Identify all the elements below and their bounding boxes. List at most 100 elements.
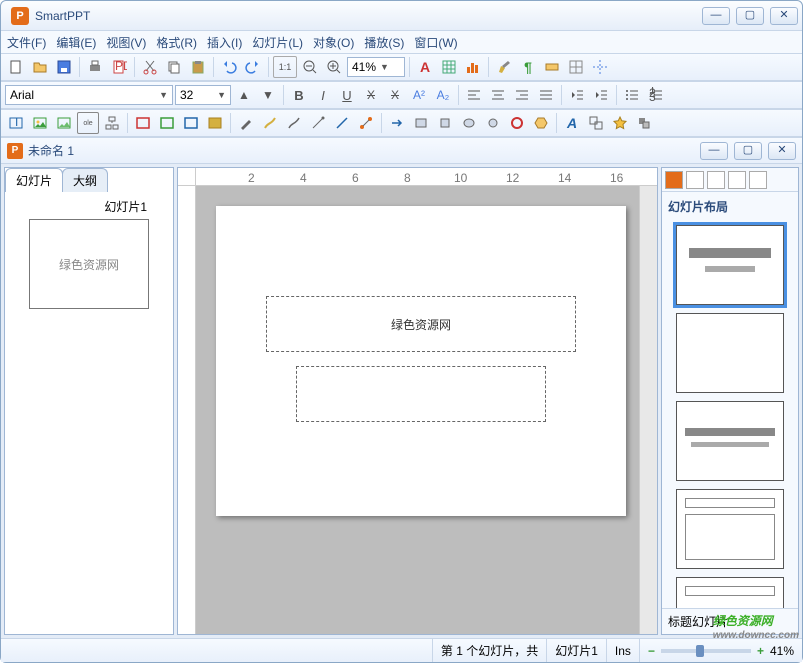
copy-button[interactable] [163,56,185,78]
ellipse-button[interactable] [458,112,480,134]
pane-tab-3[interactable] [707,171,725,189]
bold-button[interactable]: B [288,84,310,106]
pane-tab-5[interactable] [749,171,767,189]
grid-button[interactable] [565,56,587,78]
tab-slides[interactable]: 幻灯片 [5,168,63,192]
slide[interactable]: 绿色资源网 [216,206,626,516]
subscript-button[interactable]: A₂ [432,84,454,106]
menu-view[interactable]: 视图(V) [106,34,146,51]
open-button[interactable] [29,56,51,78]
picture2-button[interactable] [53,112,75,134]
wordart-button[interactable]: A [561,112,583,134]
indent-button[interactable] [590,84,612,106]
menu-insert[interactable]: 插入(I) [207,34,242,51]
table-button[interactable] [438,56,460,78]
cut-button[interactable] [139,56,161,78]
layout-title-content[interactable] [676,401,784,481]
square-shape-button[interactable] [434,112,456,134]
zoomout-button[interactable] [299,56,321,78]
layout-content[interactable] [676,489,784,569]
frame1-button[interactable] [132,112,154,134]
textbox-button[interactable]: T [5,112,27,134]
line-button[interactable] [331,112,353,134]
print-button[interactable] [84,56,106,78]
brush-button[interactable] [493,56,515,78]
chart-button[interactable] [462,56,484,78]
layout-title-slide[interactable] [676,225,784,305]
title-placeholder[interactable]: 绿色资源网 [266,296,576,352]
horizontal-ruler[interactable]: 2 4 6 8 10 12 14 16 [196,168,657,186]
flowchart-button[interactable] [101,112,123,134]
size-up-button[interactable]: ▲ [233,84,255,106]
slide-canvas[interactable]: 绿色资源网 [196,186,639,634]
pen3-button[interactable] [283,112,305,134]
tab-outline[interactable]: 大纲 [62,168,108,192]
connector-button[interactable] [355,112,377,134]
vertical-scrollbar[interactable] [639,186,657,634]
number-list-button[interactable]: 123 [645,84,667,106]
superscript-button[interactable]: A² [408,84,430,106]
zoom-minus-icon[interactable]: − [648,644,655,658]
zoom-combo[interactable]: 41%▼ [347,57,405,77]
arrow-button[interactable] [386,112,408,134]
align-justify-button[interactable] [535,84,557,106]
align-center-button[interactable] [487,84,509,106]
menu-slide[interactable]: 幻灯片(L) [252,34,303,51]
zoom-plus-icon[interactable]: + [757,644,764,658]
size-down-button[interactable]: ▼ [257,84,279,106]
pane-tab-4[interactable] [728,171,746,189]
font-combo[interactable]: Arial▼ [5,85,173,105]
fit-button[interactable]: 1:1 [273,56,297,78]
outdent-button[interactable] [566,84,588,106]
menu-edit[interactable]: 编辑(E) [56,34,96,51]
doc-close-button[interactable]: ✕ [768,142,796,160]
doc-minimize-button[interactable]: — [700,142,728,160]
ruler-button[interactable] [541,56,563,78]
doc-maximize-button[interactable]: ▢ [734,142,762,160]
maximize-button[interactable]: ▢ [736,7,764,25]
menu-object[interactable]: 对象(O) [313,34,354,51]
font-color-button[interactable]: A [414,56,436,78]
pane-tab-2[interactable] [686,171,704,189]
menu-file[interactable]: 文件(F) [7,34,46,51]
hex-button[interactable] [530,112,552,134]
pen1-button[interactable] [235,112,257,134]
menu-format[interactable]: 格式(R) [156,34,197,51]
pen2-button[interactable] [259,112,281,134]
rect-shape-button[interactable] [410,112,432,134]
align-left-button[interactable] [463,84,485,106]
vertical-ruler[interactable] [178,186,196,634]
frame3-button[interactable] [180,112,202,134]
zoomin-button[interactable] [323,56,345,78]
ole-button[interactable]: ole [77,112,99,134]
group-button[interactable] [585,112,607,134]
circle-button[interactable] [482,112,504,134]
subtitle-placeholder[interactable] [296,366,546,422]
frame2-button[interactable] [156,112,178,134]
zoom-slider[interactable] [661,649,751,653]
underline-button[interactable]: U [336,84,358,106]
layout-two-content[interactable] [676,577,784,608]
frame4-button[interactable] [204,112,226,134]
arrange-button[interactable] [633,112,655,134]
menu-play[interactable]: 播放(S) [364,34,404,51]
menu-window[interactable]: 窗口(W) [414,34,457,51]
minimize-button[interactable]: — [702,7,730,25]
strike1-button[interactable]: X [360,84,382,106]
paste-button[interactable] [187,56,209,78]
undo-button[interactable] [218,56,240,78]
pane-tab-1[interactable] [665,171,683,189]
layout-blank[interactable] [676,313,784,393]
slide-thumbnail[interactable]: 绿色资源网 [29,219,149,309]
pen4-button[interactable] [307,112,329,134]
symbol-button[interactable]: ¶ [517,56,539,78]
pdf-button[interactable]: PDF [108,56,130,78]
bullet-list-button[interactable] [621,84,643,106]
strike2-button[interactable]: X [384,84,406,106]
star-button[interactable] [609,112,631,134]
guides-button[interactable] [589,56,611,78]
italic-button[interactable]: I [312,84,334,106]
close-button[interactable]: ✕ [770,7,798,25]
ring-button[interactable] [506,112,528,134]
fontsize-combo[interactable]: 32▼ [175,85,231,105]
